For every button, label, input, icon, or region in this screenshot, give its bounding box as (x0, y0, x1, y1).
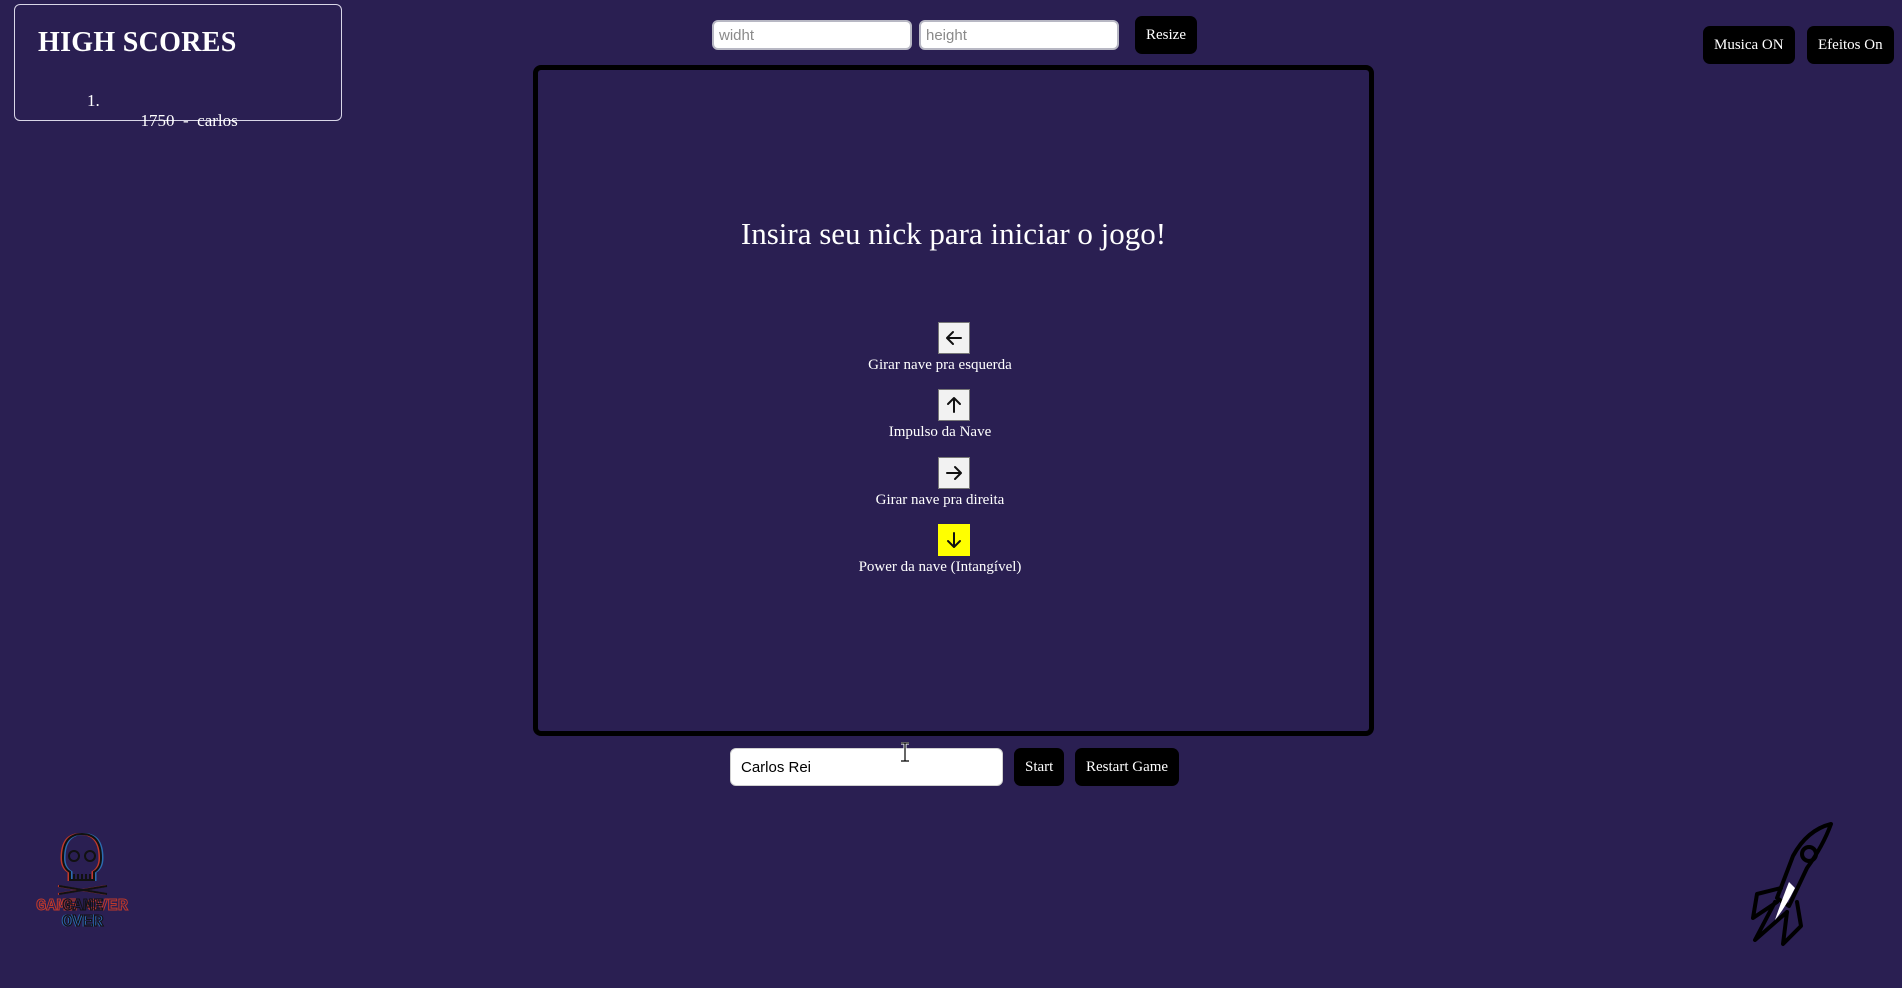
high-score-text: 1750 - carlos (140, 111, 238, 130)
control-label-rotate-right: Girar nave pra direita (875, 492, 1005, 508)
start-prompt: Insira seu nick para iniciar o jogo! (740, 216, 1167, 251)
nick-input[interactable] (730, 748, 1003, 786)
arrow-up-icon (947, 397, 961, 413)
control-label-rotate-left: Girar nave pra esquerda (868, 357, 1012, 373)
music-toggle-button[interactable]: Musica ON (1703, 26, 1795, 64)
effects-toggle-button[interactable]: Efeitos On (1807, 26, 1894, 64)
height-input[interactable] (919, 20, 1119, 50)
control-label-power: Power da nave (Intangível) (858, 559, 1022, 575)
game-canvas[interactable]: Insira seu nick para iniciar o jogo! Gir… (533, 65, 1374, 736)
control-label-thrust: Impulso da Nave (888, 424, 992, 440)
high-scores-title: HIGH SCORES (38, 27, 237, 58)
rocket-icon (1751, 822, 1833, 946)
game-over-logo: GAME OVER GAME OVER OVER (36, 832, 129, 928)
text-cursor-icon (901, 742, 909, 762)
arrow-right-key (938, 457, 970, 489)
arrow-left-icon (946, 331, 962, 345)
high-score-entry: 1. 1750 - carlos (15, 71, 238, 151)
resize-button[interactable]: Resize (1135, 16, 1197, 54)
arrow-down-icon (947, 532, 961, 548)
high-scores-list: 1. 1750 - carlos (15, 71, 238, 151)
game-over-logo-shadow-over: OVER (63, 913, 105, 928)
start-button[interactable]: Start (1014, 748, 1065, 786)
arrow-down-key (938, 524, 970, 556)
high-scores-panel: HIGH SCORES 1. 1750 - carlos (14, 4, 342, 130)
high-score-rank: 1. (87, 91, 100, 110)
restart-game-button[interactable]: Restart Game (1075, 748, 1180, 786)
width-input[interactable] (712, 20, 912, 50)
arrow-right-icon (946, 466, 962, 480)
arrow-left-key (938, 322, 970, 354)
resize-controls: Resize (712, 16, 1197, 54)
arrow-up-key (938, 389, 970, 421)
